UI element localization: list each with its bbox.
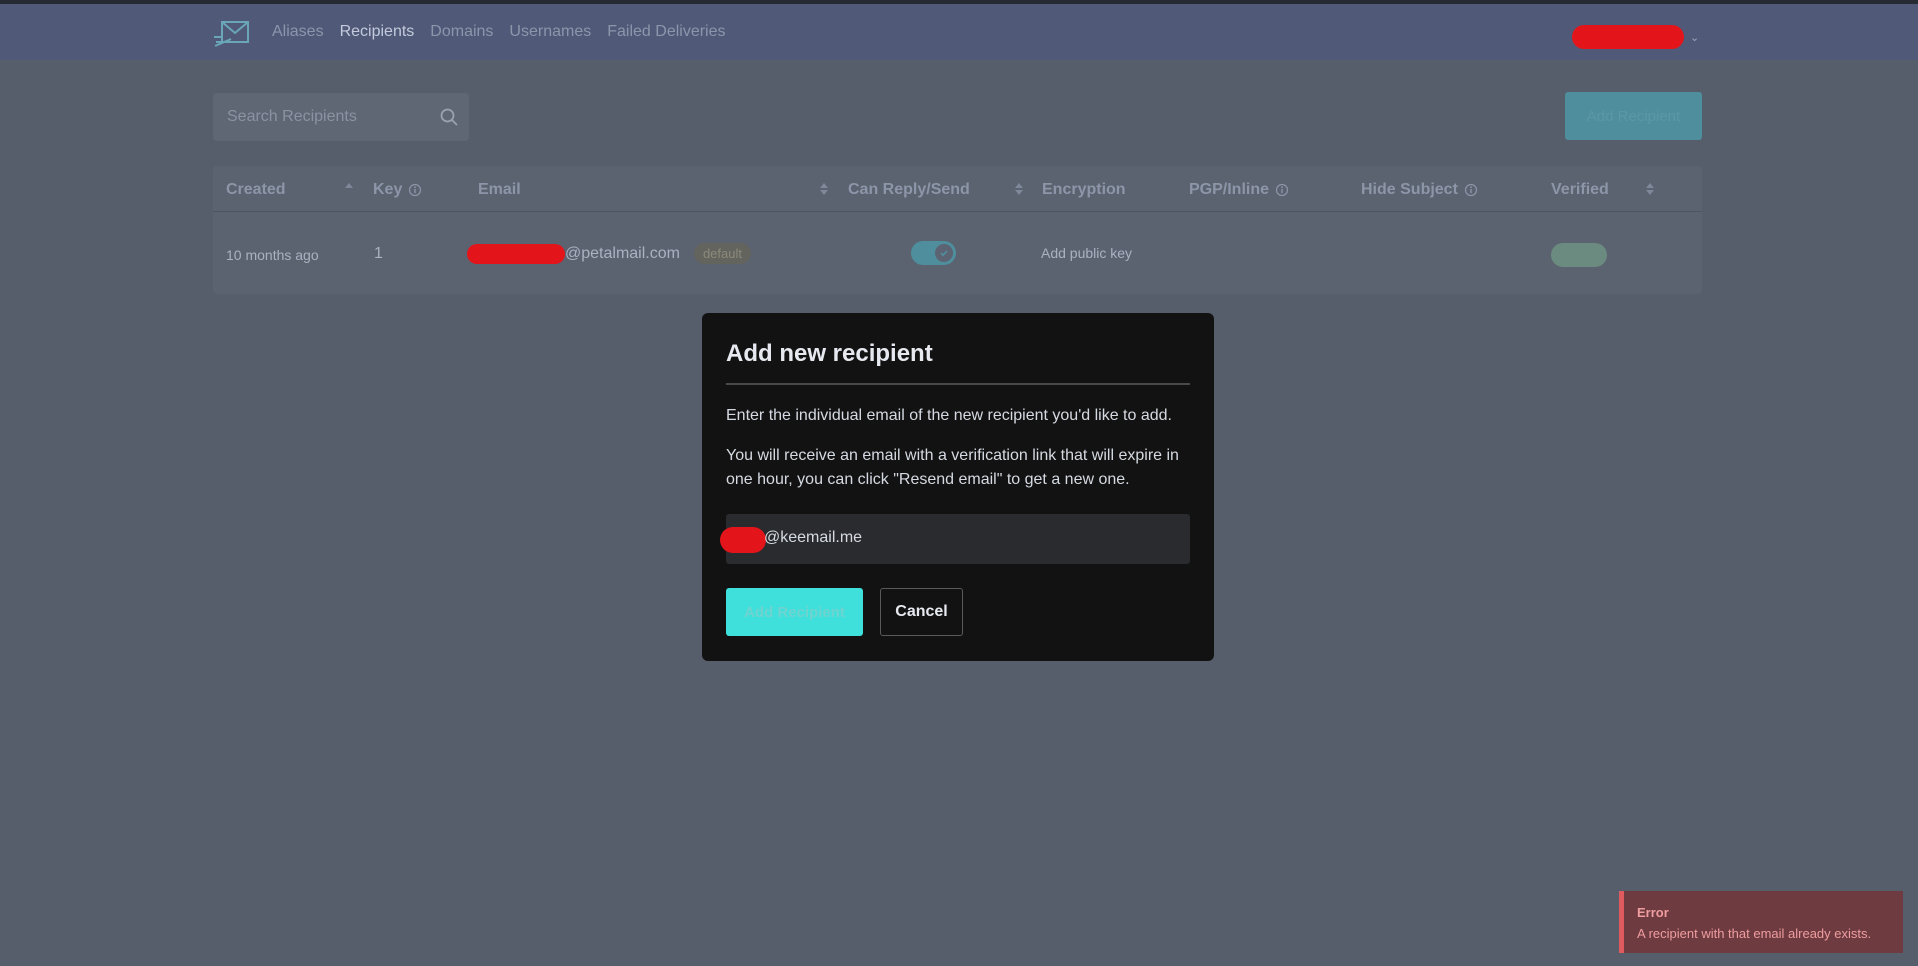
info-icon[interactable] (1275, 183, 1289, 197)
row-email: @petalmail.com default (254, 243, 751, 264)
header-email-label: Email (478, 181, 521, 198)
sort-verified-icon[interactable] (1645, 180, 1655, 198)
add-public-key-link[interactable]: Add public key (1041, 245, 1132, 261)
error-toast[interactable]: Error A recipient with that email alread… (1619, 891, 1903, 953)
can-reply-toggle[interactable] (911, 241, 956, 265)
search-input[interactable] (213, 93, 433, 141)
recipient-email-field[interactable]: @keemail.me (720, 514, 1190, 564)
info-icon[interactable] (408, 183, 422, 197)
cancel-button[interactable]: Cancel (880, 588, 963, 636)
header-verified: Verified (1551, 181, 1609, 199)
header-key: Key (373, 181, 422, 199)
recipients-table: Created Key Email Can Reply/Send Encrypt… (213, 166, 1702, 294)
header-encryption-label: Encryption (1042, 181, 1126, 198)
add-recipient-submit-button[interactable]: Add Recipient (726, 588, 863, 636)
modal-verification-note: You will receive an email with a verific… (726, 447, 1179, 488)
nav-domains[interactable]: Domains (430, 23, 493, 41)
redacted-username (1572, 25, 1684, 49)
nav-recipients[interactable]: Recipients (340, 23, 415, 41)
header-email: Email (478, 181, 521, 199)
search-icon[interactable] (439, 107, 459, 127)
sort-can-reply-icon[interactable] (1014, 180, 1024, 198)
user-menu[interactable]: ⌄ (1572, 25, 1699, 49)
info-icon[interactable] (1464, 183, 1478, 197)
header-encryption: Encryption (1042, 181, 1126, 199)
toast-title: Error (1637, 905, 1669, 920)
header-hide-subject-label: Hide Subject (1361, 181, 1458, 198)
header-can-reply: Can Reply/Send (848, 181, 970, 199)
modal-title: Add new recipient (726, 340, 933, 367)
nav-usernames[interactable]: Usernames (509, 23, 591, 41)
sort-created-icon[interactable] (344, 180, 354, 198)
recipient-email-value: @keemail.me (764, 529, 863, 546)
header-hide-subject: Hide Subject (1361, 181, 1478, 199)
header-verified-label: Verified (1551, 181, 1609, 198)
toast-message: A recipient with that email already exis… (1637, 926, 1872, 941)
sort-email-icon[interactable] (819, 180, 829, 198)
chevron-down-icon: ⌄ (1690, 31, 1700, 44)
default-badge: default (693, 243, 751, 264)
verified-status-badge[interactable] (1551, 243, 1607, 267)
nav-aliases[interactable]: Aliases (272, 23, 324, 41)
redacted-email-local (720, 527, 766, 553)
row-email-domain: @petalmail.com (565, 244, 680, 262)
add-recipient-modal: Add new recipient Enter the individual e… (702, 313, 1214, 661)
check-icon (940, 250, 948, 257)
redacted-email-local (467, 243, 565, 264)
nav-failed-deliveries[interactable]: Failed Deliveries (607, 23, 725, 41)
main-nav: Aliases Recipients Domains Usernames Fai… (272, 23, 726, 41)
modal-divider (726, 383, 1190, 385)
header-created-label: Created (226, 181, 286, 198)
table-header: Created Key Email Can Reply/Send Encrypt… (213, 166, 1702, 212)
modal-description: Enter the individual email of the new re… (726, 407, 1172, 424)
toggle-knob (935, 244, 953, 262)
top-navbar: Aliases Recipients Domains Usernames Fai… (0, 4, 1918, 60)
add-recipient-button[interactable]: Add Recipient (1565, 92, 1702, 140)
header-can-reply-label: Can Reply/Send (848, 181, 970, 198)
header-pgp-inline: PGP/Inline (1189, 181, 1289, 199)
header-created: Created (226, 181, 286, 199)
search-recipients (213, 93, 469, 141)
envelope-logo-icon[interactable] (213, 20, 250, 48)
header-key-label: Key (373, 181, 403, 198)
header-pgp-inline-label: PGP/Inline (1189, 181, 1270, 198)
